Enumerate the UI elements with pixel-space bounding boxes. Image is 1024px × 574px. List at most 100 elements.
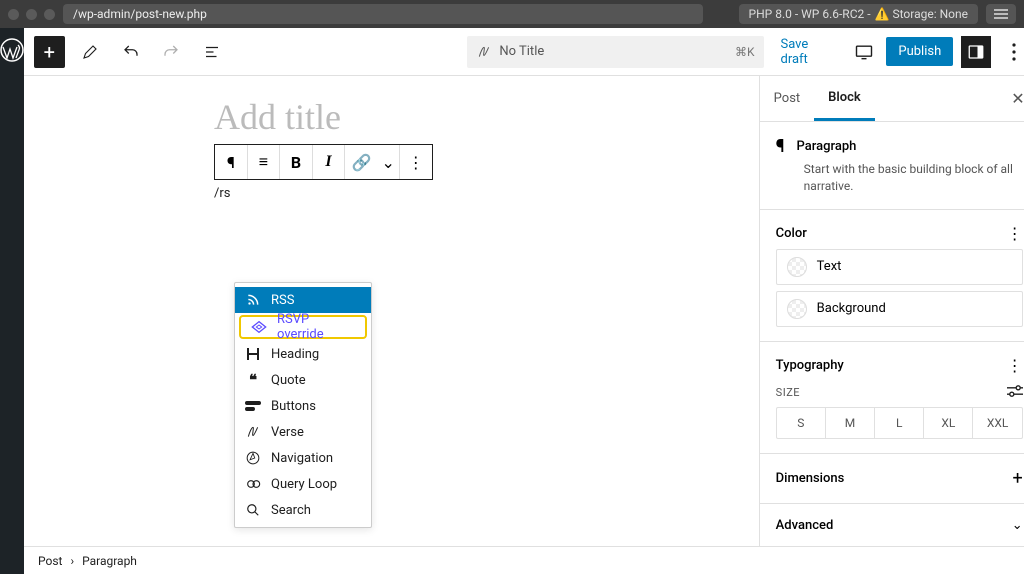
override-icon bbox=[251, 319, 267, 335]
italic-button[interactable]: I bbox=[313, 145, 346, 179]
inserter-item-label: Verse bbox=[271, 425, 304, 440]
inserter-item-search[interactable]: Search bbox=[235, 497, 371, 523]
font-size-m[interactable]: M bbox=[826, 408, 875, 438]
block-card-description: Start with the basic building block of a… bbox=[804, 161, 1023, 195]
edit-mode-button[interactable] bbox=[75, 36, 106, 68]
block-options-button[interactable]: ⋮ bbox=[400, 145, 432, 179]
typography-panel-menu-button[interactable]: ⋮ bbox=[1007, 356, 1023, 375]
chevron-down-icon: ⌄ bbox=[1012, 518, 1023, 533]
sliders-icon bbox=[1007, 385, 1023, 397]
paragraph-slash-input[interactable]: /rs bbox=[214, 186, 759, 201]
inserter-item-label: Heading bbox=[271, 347, 319, 362]
tab-block[interactable]: Block bbox=[814, 76, 875, 121]
document-overview-button[interactable] bbox=[197, 36, 228, 68]
inserter-item-label: Query Loop bbox=[271, 477, 337, 492]
dimensions-panel-title: Dimensions bbox=[776, 471, 845, 486]
inserter-item-navigation[interactable]: Navigation bbox=[235, 445, 371, 471]
window-controls bbox=[8, 9, 55, 20]
heading-icon bbox=[245, 346, 261, 362]
env-status-pill: PHP 8.0 - WP 6.6-RC2 - ⚠️ Storage: None bbox=[739, 4, 978, 24]
undo-icon bbox=[122, 43, 140, 61]
command-center-button[interactable]: No Title ⌘K bbox=[467, 36, 764, 68]
text-color-control[interactable]: Text bbox=[776, 249, 1023, 285]
typography-panel: Typography ⋮ Size S M L XL XXL bbox=[760, 342, 1024, 454]
font-size-custom-toggle[interactable] bbox=[1007, 385, 1023, 401]
command-center-shortcut: ⌘K bbox=[735, 45, 765, 59]
inserter-item-label: Quote bbox=[271, 373, 306, 388]
breadcrumb-root[interactable]: Post bbox=[38, 554, 62, 568]
env-status-text: PHP 8.0 - WP 6.6-RC2 - bbox=[749, 4, 871, 24]
inserter-item-verse[interactable]: Verse bbox=[235, 419, 371, 445]
font-size-xl[interactable]: XL bbox=[924, 408, 973, 438]
breadcrumb-current[interactable]: Paragraph bbox=[82, 554, 137, 568]
inserter-item-rss[interactable]: RSS bbox=[235, 287, 371, 313]
top-toolbar-right: Save draft Publish bbox=[774, 36, 1024, 68]
inserter-item-rsvp-override[interactable]: RSVP override bbox=[239, 315, 367, 339]
command-center-title: No Title bbox=[499, 44, 544, 59]
redo-button[interactable] bbox=[156, 36, 187, 68]
background-color-swatch bbox=[787, 299, 807, 319]
font-size-xxl[interactable]: XXL bbox=[973, 408, 1021, 438]
kebab-icon bbox=[1012, 43, 1016, 61]
block-breadcrumb: Post › Paragraph bbox=[24, 546, 1024, 574]
inserter-item-label: RSVP override bbox=[277, 312, 355, 342]
wordpress-rail bbox=[0, 28, 24, 574]
address-bar[interactable]: /wp-admin/post-new.php bbox=[63, 4, 703, 24]
inserter-item-buttons[interactable]: Buttons bbox=[235, 393, 371, 419]
tab-post[interactable]: Post bbox=[760, 76, 815, 121]
sidebar-close-button[interactable]: ✕ bbox=[997, 89, 1024, 108]
inserter-item-query-loop[interactable]: Query Loop bbox=[235, 471, 371, 497]
block-align-button[interactable]: ≡ bbox=[248, 145, 281, 179]
sidebar-tabs: Post Block ✕ bbox=[760, 76, 1024, 122]
hamburger-icon bbox=[994, 9, 1008, 19]
paragraph-icon: ¶ bbox=[776, 136, 785, 157]
color-panel-menu-button[interactable]: ⋮ bbox=[1007, 224, 1023, 243]
publish-button[interactable]: Publish bbox=[886, 37, 953, 66]
block-card-title: Paragraph bbox=[796, 139, 856, 154]
inserter-item-label: RSS bbox=[271, 293, 294, 308]
dimensions-panel-header[interactable]: Dimensions + bbox=[760, 454, 1024, 504]
redo-icon bbox=[162, 43, 180, 61]
settings-sidebar: Post Block ✕ ¶ Paragraph Start with the … bbox=[759, 76, 1024, 546]
browser-chrome: /wp-admin/post-new.php PHP 8.0 - WP 6.6-… bbox=[0, 0, 1024, 28]
browser-menu-button[interactable] bbox=[986, 4, 1016, 24]
advanced-panel-header[interactable]: Advanced ⌄ bbox=[760, 504, 1024, 546]
text-color-swatch bbox=[787, 257, 807, 277]
more-rich-text-button[interactable]: ⌄ bbox=[378, 145, 400, 179]
list-view-icon bbox=[203, 43, 221, 61]
undo-button[interactable] bbox=[115, 36, 146, 68]
background-color-control[interactable]: Background bbox=[776, 291, 1023, 327]
font-size-presets: S M L XL XXL bbox=[776, 407, 1023, 439]
block-card-panel: ¶ Paragraph Start with the basic buildin… bbox=[760, 122, 1024, 210]
options-menu-button[interactable] bbox=[999, 36, 1024, 68]
editor-frame: + No Title ⌘K Save draft Publish Add tit… bbox=[24, 28, 1024, 574]
search-icon bbox=[245, 502, 261, 518]
preview-button[interactable] bbox=[849, 36, 879, 68]
quote-icon: ❝ bbox=[245, 372, 261, 388]
block-inserter-button[interactable]: + bbox=[34, 36, 65, 68]
inserter-item-label: Buttons bbox=[271, 399, 316, 414]
editor-canvas[interactable]: Add title ¶ ≡ B I 🔗 ⌄ ⋮ /rs RSS bbox=[24, 76, 759, 546]
pencil-icon bbox=[81, 43, 99, 61]
rss-icon bbox=[245, 292, 261, 308]
settings-sidebar-toggle[interactable] bbox=[961, 36, 991, 68]
zoom-window-dot[interactable] bbox=[44, 9, 55, 20]
minimize-window-dot[interactable] bbox=[26, 9, 37, 20]
editor-top-toolbar: + No Title ⌘K Save draft Publish bbox=[24, 28, 1024, 76]
inserter-item-label: Navigation bbox=[271, 451, 333, 466]
sidebar-panel-icon bbox=[967, 43, 985, 61]
link-button[interactable]: 🔗 bbox=[345, 145, 377, 179]
advanced-panel-title: Advanced bbox=[776, 518, 834, 533]
font-size-l[interactable]: L bbox=[875, 408, 924, 438]
post-title-placeholder[interactable]: Add title bbox=[214, 96, 759, 138]
save-draft-button[interactable]: Save draft bbox=[774, 37, 840, 67]
close-window-dot[interactable] bbox=[8, 9, 19, 20]
font-size-s[interactable]: S bbox=[777, 408, 826, 438]
color-panel-title: Color bbox=[776, 226, 807, 241]
wordpress-logo-icon[interactable] bbox=[0, 38, 24, 62]
color-panel: Color ⋮ Text Background bbox=[760, 210, 1024, 342]
inserter-item-quote[interactable]: ❝ Quote bbox=[235, 367, 371, 393]
block-type-button[interactable]: ¶ bbox=[215, 145, 248, 179]
bold-button[interactable]: B bbox=[280, 145, 313, 179]
inserter-item-heading[interactable]: Heading bbox=[235, 341, 371, 367]
